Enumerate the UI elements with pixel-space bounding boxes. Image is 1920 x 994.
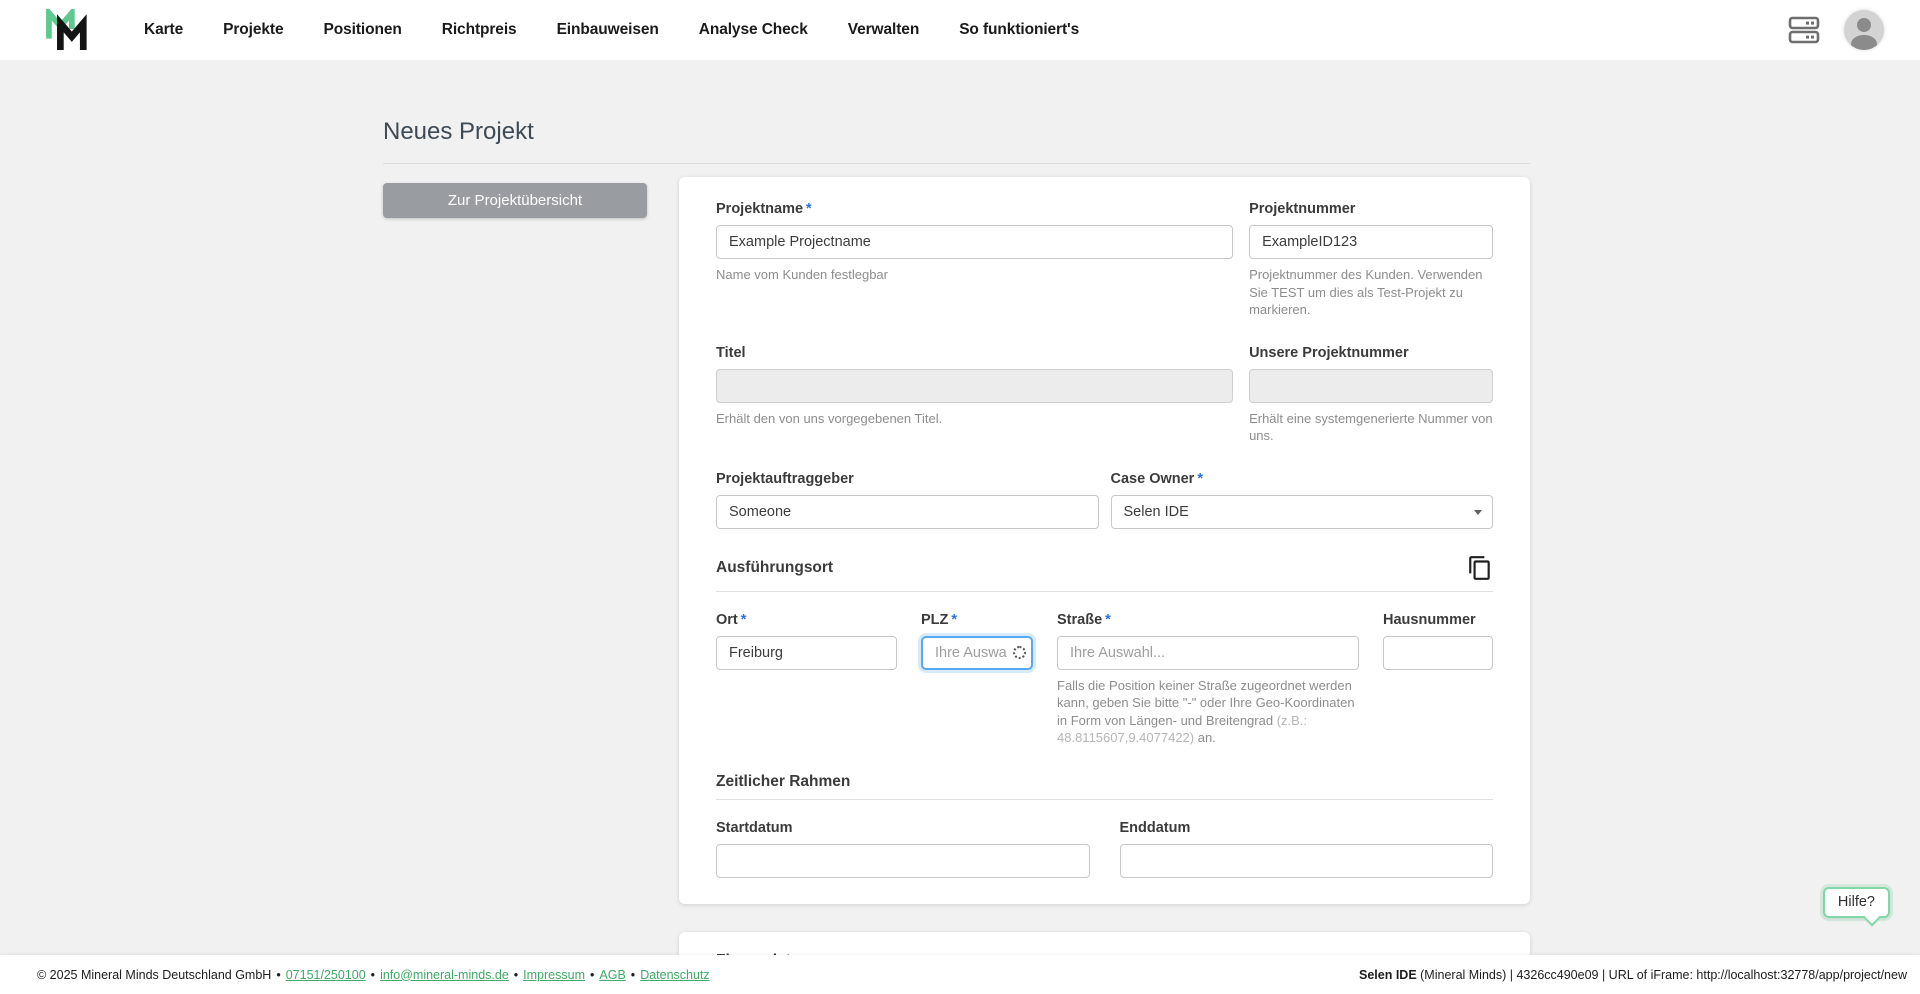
strasse-label: Straße <box>1057 611 1103 628</box>
back-to-project-overview-button[interactable]: Zur Projektübersicht <box>383 183 647 218</box>
projektauftraggeber-input[interactable] <box>716 494 1099 529</box>
projektname-input[interactable] <box>716 225 1234 259</box>
projektnummer-helper: Projektnummer des Kunden. Verwenden Sie … <box>1249 267 1483 318</box>
required-asterisk: * <box>740 611 747 628</box>
startdatum-input[interactable] <box>716 843 1090 878</box>
unsere-projektnummer-input <box>1249 368 1493 403</box>
session-user: Selen IDE <box>1359 967 1417 982</box>
field-projektauftraggeber: Projektauftraggeber <box>716 471 1099 529</box>
left-column: Zur Projektübersicht <box>383 177 679 218</box>
nav-item-positionen[interactable]: Positionen <box>324 21 402 39</box>
field-unsere-projektnummer: Unsere Projektnummer Erhält eine systemg… <box>1249 345 1493 445</box>
title-divider <box>383 163 1530 164</box>
field-enddatum: Enddatum <box>1119 819 1493 878</box>
projektname-label: Projektname <box>716 201 804 217</box>
form-column: Projektname* Name vom Kunden festlegbar … <box>679 177 1530 994</box>
section-title-zeitlicher-rahmen: Zeitlicher Rahmen <box>716 772 851 790</box>
footer-left: © 2025 Mineral Minds Deutschland GmbH • 07… <box>37 967 710 982</box>
projektnummer-input[interactable] <box>1249 225 1493 259</box>
dns-icon[interactable] <box>1788 16 1820 44</box>
footer-link-email[interactable]: info@mineral-minds.de <box>380 968 509 982</box>
field-startdatum: Startdatum <box>716 820 1090 878</box>
titel-helper: Erhält den von uns vorgegebenen Titel. <box>716 410 943 426</box>
avatar-head <box>1857 18 1871 32</box>
help-button[interactable]: Hilfe? <box>1822 887 1890 927</box>
nav-item-richtpreis[interactable]: Richtpreis <box>442 21 517 39</box>
projektname-helper: Name vom Kunden festlegbar <box>716 267 888 282</box>
unsere-projektnummer-helper: Erhält eine systemgenerierte Nummer von … <box>1249 410 1493 444</box>
header-actions <box>1788 10 1884 50</box>
avatar-icon[interactable] <box>1844 10 1884 50</box>
nav-item-analyse-check[interactable]: Analyse Check <box>699 21 808 39</box>
top-navigation-bar: Karte Projekte Positionen Richtpreis Ein… <box>0 0 1920 60</box>
session-details: (Mineral Minds) | 4326cc490e09 | URL of … <box>1416 967 1907 982</box>
nav-item-einbauweisen[interactable]: Einbauweisen <box>557 21 659 39</box>
field-projektnummer: Projektnummer Projektnummer des Kunden. … <box>1249 201 1493 319</box>
copy-icon <box>1469 555 1490 580</box>
avatar-body <box>1851 35 1877 50</box>
projektauftraggeber-label: Projektauftraggeber <box>716 470 854 487</box>
section-title-ausfuehrungsort: Ausführungsort <box>716 558 834 576</box>
field-strasse: Straße* Falls die Position keiner Straße… <box>1057 612 1359 747</box>
footer-link-datenschutz[interactable]: Datenschutz <box>640 968 709 982</box>
help-button-label: Hilfe? <box>1837 894 1875 910</box>
enddatum-label: Enddatum <box>1119 819 1191 836</box>
field-projektname: Projektname* Name vom Kunden festlegbar <box>716 201 1234 284</box>
enddatum-input[interactable] <box>1119 843 1493 878</box>
field-case-owner: Case Owner * <box>1110 470 1493 529</box>
plz-label: PLZ <box>921 611 949 628</box>
section-divider <box>716 798 1493 800</box>
nav-item-karte[interactable]: Karte <box>144 21 183 39</box>
titel-input <box>716 368 1234 403</box>
footer-link-phone[interactable]: 07151/250100 <box>286 968 366 982</box>
field-titel: Titel Erhält den von uns vorgegebenen Ti… <box>716 344 1234 428</box>
spinner-icon <box>1013 645 1026 659</box>
page-title: Neues Projekt <box>383 118 534 145</box>
mineral-minds-logo-icon[interactable] <box>44 9 92 51</box>
case-owner-label: Case Owner <box>1110 470 1195 487</box>
strasse-input[interactable] <box>1057 635 1359 670</box>
field-ort: Ort * <box>716 612 897 670</box>
footer-bar: © 2025 Mineral Minds Deutschland GmbH • 07… <box>0 955 1920 994</box>
startdatum-label: Startdatum <box>716 819 793 836</box>
hausnummer-label: Hausnummer <box>1383 611 1476 628</box>
hausnummer-input[interactable] <box>1383 635 1493 670</box>
nav-item-projekte[interactable]: Projekte <box>223 21 283 39</box>
required-asterisk: * <box>1197 470 1203 487</box>
section-divider <box>716 590 1493 592</box>
project-form-card: Projektname* Name vom Kunden festlegbar … <box>679 177 1530 904</box>
field-plz: PLZ * <box>921 612 1033 670</box>
nav-item-verwalten[interactable]: Verwalten <box>848 21 920 39</box>
nav-item-so-funktionierts[interactable]: So funktioniert's <box>959 21 1079 39</box>
required-asterisk: * <box>951 611 958 628</box>
copyright-text: © 2025 Mineral Minds Deutschland GmbH <box>37 967 272 982</box>
projektnummer-label: Projektnummer <box>1249 201 1356 217</box>
unsere-projektnummer-label: Unsere Projektnummer <box>1249 344 1409 361</box>
ort-input[interactable] <box>716 635 897 670</box>
field-hausnummer: Hausnummer <box>1383 612 1493 670</box>
ort-label: Ort <box>716 611 738 628</box>
main-content: Neues Projekt Zur Projektübersicht Proje… <box>0 60 1920 994</box>
titel-label: Titel <box>716 344 746 361</box>
strasse-helper: Falls die Position keiner Straße zugeord… <box>1057 677 1355 746</box>
case-owner-select[interactable] <box>1110 494 1493 529</box>
main-nav: Karte Projekte Positionen Richtpreis Ein… <box>144 21 1079 39</box>
required-asterisk: * <box>1105 611 1111 628</box>
footer-session-info: Selen IDE (Mineral Minds) | 4326cc490e09… <box>1359 968 1907 982</box>
footer-link-agb[interactable]: AGB <box>599 968 625 982</box>
footer-link-impressum[interactable]: Impressum <box>523 968 585 982</box>
required-asterisk: * <box>806 201 812 217</box>
copy-address-button[interactable] <box>1467 555 1493 581</box>
